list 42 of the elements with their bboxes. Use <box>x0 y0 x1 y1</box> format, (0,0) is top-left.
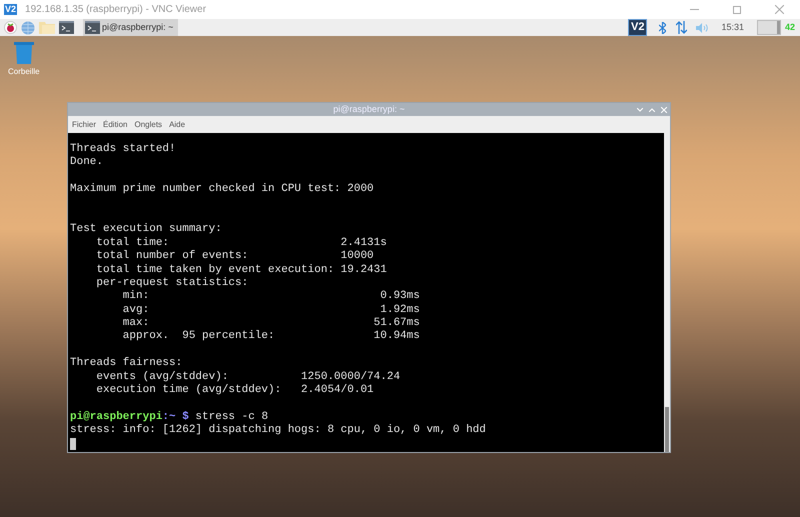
terminal-line: total time taken by event execution: 19.2431 <box>95 264 388 277</box>
menu-item[interactable]: Onglets <box>134 118 162 130</box>
terminal-line: per-request statistics: <box>95 276 250 290</box>
maximize-icon[interactable] <box>733 6 741 14</box>
window-title: pi@raspberrypi: ~ <box>333 102 405 116</box>
terminal-line: avg: 1.92ms <box>122 304 421 318</box>
window-title: 192.168.1.35 (raspberrypi) - VNC Viewer <box>25 3 206 17</box>
minimize-icon[interactable] <box>637 108 643 112</box>
terminal-line: max: 51.67ms <box>122 317 421 330</box>
terminal-line: total number of events: 10000 <box>95 250 375 264</box>
terminal-line: stress: info: [1262] dispatching hogs: 8 cpu, 0 io, 0 vm, 0 hdd <box>70 424 487 438</box>
clock[interactable]: 15:31 <box>721 20 744 34</box>
network-arrows-icon[interactable] <box>676 21 688 34</box>
terminal-line: min: 0.93ms <box>122 290 421 304</box>
bluetooth-icon[interactable] <box>659 22 666 34</box>
terminal-line: events (avg/stddev): 1250.0000/74.24 <box>95 370 402 384</box>
terminal-icon <box>85 21 100 34</box>
trash-bin-icon[interactable] <box>14 42 34 64</box>
taskbar-button[interactable]: pi@raspberrypi: ~ <box>83 19 178 36</box>
menu-item[interactable]: Aide <box>169 118 186 130</box>
terminal-line: Test execution summary: <box>70 223 223 237</box>
terminal-line: total time: 2.4131s <box>95 236 388 250</box>
command-line: pi@raspberrypi:~ $ stress -c 8 <box>70 410 270 424</box>
cpu-monitor[interactable] <box>756 20 781 35</box>
vnc-tray-icon[interactable]: V2 <box>628 19 648 36</box>
terminal-line: approx. 95 percentile: 10.94ms <box>122 330 421 344</box>
close-icon[interactable] <box>775 5 784 14</box>
scrollbar[interactable] <box>664 133 670 452</box>
app-logo: V2 <box>4 4 18 15</box>
terminal-line: execution time (avg/stddev): 2.4054/0.01 <box>95 384 375 398</box>
terminal-line: Done. <box>70 156 104 170</box>
raspberry-icon[interactable] <box>4 21 17 34</box>
menu-item[interactable]: Fichier <box>72 118 96 130</box>
terminal-line: Threads started! <box>70 143 177 156</box>
terminal-line: Threads fairness: <box>70 357 184 371</box>
menu-item[interactable]: Édition <box>103 118 128 130</box>
cpu-reading: 42 <box>784 20 795 34</box>
terminal-line: Maximum prime number checked in CPU test: 2000 <box>70 183 375 197</box>
terminal-icon[interactable] <box>59 21 74 34</box>
text-cursor <box>70 438 76 450</box>
scrollbar-thumb[interactable] <box>665 407 669 452</box>
speaker-icon[interactable] <box>696 22 708 32</box>
